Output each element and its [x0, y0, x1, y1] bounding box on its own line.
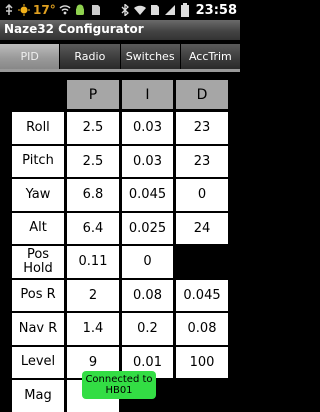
row-label-nav-r: Nav R — [12, 313, 64, 345]
roll-p-field[interactable]: 2.5 — [67, 112, 119, 144]
row-label-roll: Roll — [12, 112, 64, 144]
pos-hold-p-field[interactable]: 0.11 — [67, 246, 119, 278]
nav-r-d-field[interactable]: 0.08 — [176, 313, 228, 345]
tab-acctrim[interactable]: AccTrim — [180, 44, 240, 69]
tab-indicator-line — [0, 69, 240, 72]
nav-r-i-field[interactable]: 0.2 — [122, 313, 173, 345]
battery-icon — [179, 3, 191, 17]
sim-icon — [149, 4, 161, 16]
column-header-p: P — [67, 80, 119, 109]
row-label-pos-r: Pos R — [12, 279, 64, 311]
signal-icon — [164, 4, 176, 16]
level-d-field[interactable]: 100 — [176, 346, 228, 378]
pos-hold-i-field[interactable]: 0 — [122, 246, 173, 278]
tab-pid[interactable]: PID — [0, 44, 60, 69]
alt-d-field[interactable]: 24 — [176, 212, 228, 244]
roll-d-field[interactable]: 23 — [176, 112, 228, 144]
alt-i-field[interactable]: 0.025 — [122, 212, 173, 244]
yaw-i-field[interactable]: 0.045 — [122, 179, 173, 211]
pos-r-d-field[interactable]: 0.045 — [176, 279, 228, 311]
app-title: Naze32 Configurator — [4, 22, 144, 36]
tab-bar: PID Radio Switches AccTrim — [0, 44, 240, 69]
android-debug-icon — [74, 4, 86, 16]
row-label-yaw: Yaw — [12, 179, 64, 211]
wifi-icon — [133, 4, 146, 16]
status-bar: 17° 23:58 — [0, 0, 240, 20]
pitch-p-field[interactable]: 2.5 — [67, 145, 119, 177]
clock: 23:58 — [195, 2, 237, 18]
pos-r-i-field[interactable]: 0.08 — [122, 279, 173, 311]
row-label-pitch: Pitch — [12, 145, 64, 177]
nav-r-p-field[interactable]: 1.4 — [67, 313, 119, 345]
yaw-p-field[interactable]: 6.8 — [67, 179, 119, 211]
row-label-alt: Alt — [12, 212, 64, 244]
weather-icon — [18, 4, 30, 16]
row-label-level: Level — [12, 346, 64, 378]
tab-label: AccTrim — [188, 50, 232, 63]
tab-switches[interactable]: Switches — [120, 44, 180, 69]
tab-label: PID — [20, 50, 39, 63]
row-label-mag: Mag — [12, 380, 64, 412]
bluetooth-icon — [119, 4, 131, 16]
pitch-d-field[interactable]: 23 — [176, 145, 228, 177]
tab-radio[interactable]: Radio — [60, 44, 120, 69]
yaw-d-field[interactable]: 0 — [176, 179, 228, 211]
wifi-signal-icon — [59, 4, 71, 16]
temperature-readout: 17° — [33, 3, 56, 17]
connection-toast: Connected to HB01 — [82, 371, 156, 399]
usb-debug-icon — [3, 4, 15, 16]
column-header-i: I — [122, 80, 173, 109]
roll-i-field[interactable]: 0.03 — [122, 112, 173, 144]
tab-label: Radio — [74, 50, 106, 63]
sd-card-icon — [89, 4, 101, 16]
pos-r-p-field[interactable]: 2 — [67, 279, 119, 311]
column-header-d: D — [176, 80, 228, 109]
app-title-bar: Naze32 Configurator — [0, 20, 240, 40]
row-label-pos-hold: Pos Hold — [12, 246, 64, 278]
pitch-i-field[interactable]: 0.03 — [122, 145, 173, 177]
tab-label: Switches — [125, 50, 175, 63]
alt-p-field[interactable]: 6.4 — [67, 212, 119, 244]
